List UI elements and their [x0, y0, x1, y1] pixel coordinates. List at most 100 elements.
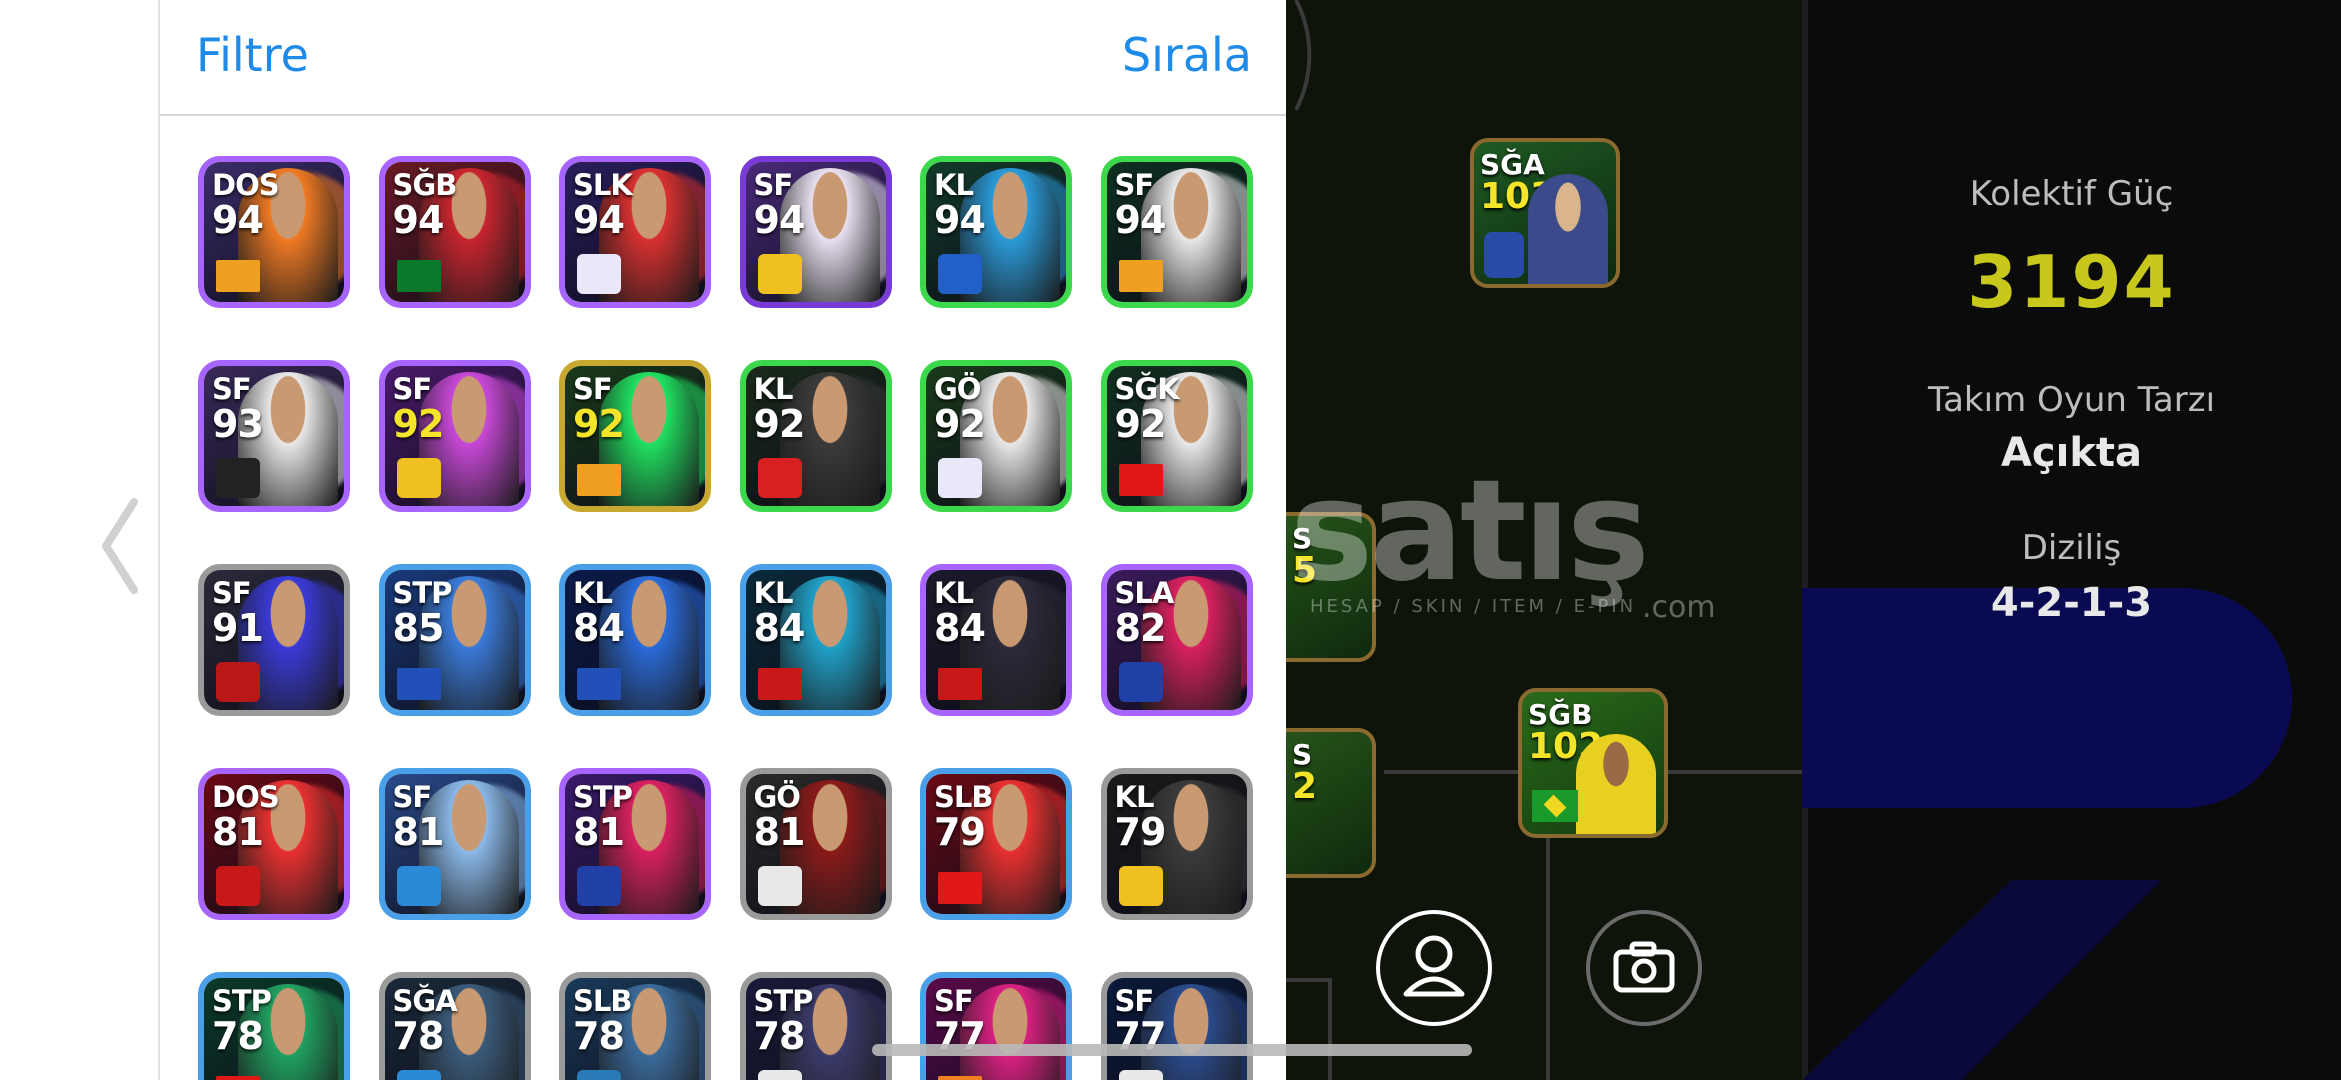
- player-position: STP: [212, 984, 272, 1018]
- flag-icon: [938, 1076, 982, 1080]
- club-badge-icon: [396, 866, 441, 906]
- player-rating: 82: [1114, 606, 1167, 650]
- player-card[interactable]: STP 78: [739, 972, 892, 1080]
- club-badge-icon: [757, 254, 802, 294]
- collective-power-label: Kolektif Güç: [1969, 174, 2174, 214]
- home-indicator: [872, 1044, 1472, 1056]
- field-player-card[interactable]: SĞA 103: [1470, 138, 1620, 288]
- flag-france-icon: [577, 668, 621, 700]
- player-position: SLA: [1114, 576, 1175, 610]
- player-card[interactable]: SLK 94: [559, 156, 711, 308]
- club-badge-icon: [757, 458, 802, 498]
- player-position: DOS: [212, 780, 280, 814]
- player-card[interactable]: KL 79: [1100, 768, 1253, 920]
- club-badge-icon: [757, 866, 802, 906]
- player-rating: 92: [753, 402, 806, 446]
- player-position: SF: [573, 372, 613, 406]
- player-card[interactable]: DOS 94: [198, 156, 350, 308]
- watermark: satış: [1290, 450, 1650, 613]
- player-rating: 91: [212, 606, 264, 650]
- player-position: GÖ: [753, 780, 801, 814]
- filter-button[interactable]: Filtre: [196, 28, 309, 82]
- club-badge-icon: [757, 1070, 802, 1080]
- player-card[interactable]: KL 92: [739, 360, 892, 512]
- player-card[interactable]: GÖ 92: [920, 360, 1072, 512]
- player-rating: 81: [392, 810, 445, 854]
- player-position: SF: [212, 576, 252, 610]
- player-card[interactable]: SF 91: [198, 564, 350, 716]
- player-card[interactable]: SLA 82: [1100, 564, 1253, 716]
- club-badge-icon: [577, 1070, 621, 1080]
- player-card[interactable]: SF 94: [739, 156, 892, 308]
- flag-portugal-icon: [396, 260, 441, 292]
- player-card[interactable]: SF 77: [1100, 972, 1253, 1080]
- player-card[interactable]: KL 94: [920, 156, 1072, 308]
- player-card[interactable]: SF 92: [559, 360, 711, 512]
- player-profile-button[interactable]: [1376, 910, 1492, 1026]
- player-card[interactable]: KL 84: [739, 564, 892, 716]
- flag-galatasaray-icon: [1118, 260, 1163, 292]
- team-playstyle-value: Açıkta: [2000, 430, 2143, 476]
- flag-brazil-icon: [1532, 790, 1578, 822]
- player-position: SF: [1114, 984, 1155, 1018]
- player-card[interactable]: KL 84: [920, 564, 1072, 716]
- player-card[interactable]: SĞA 78: [378, 972, 531, 1080]
- player-portrait: [1528, 174, 1608, 284]
- club-badge-icon: [216, 458, 260, 498]
- player-position: SLB: [934, 780, 993, 814]
- player-card[interactable]: GÖ 81: [739, 768, 892, 920]
- player-card[interactable]: SF 92: [378, 360, 531, 512]
- player-rating: 78: [573, 1014, 625, 1058]
- player-position: KL: [753, 372, 794, 406]
- player-rating: 92: [573, 402, 625, 446]
- flag-austria-icon: [938, 872, 982, 904]
- club-badge-icon: [938, 458, 982, 498]
- player-rating: 81: [753, 810, 806, 854]
- player-card[interactable]: STP 78: [198, 972, 350, 1080]
- club-badge-icon: [577, 254, 621, 294]
- flag-morocco-icon: [938, 668, 982, 700]
- player-card[interactable]: DOS 81: [198, 768, 350, 920]
- player-card[interactable]: SF 81: [378, 768, 531, 920]
- player-card[interactable]: STP 85: [378, 564, 531, 716]
- player-card[interactable]: SF 94: [1100, 156, 1253, 308]
- player-rating: 92: [934, 402, 986, 446]
- player-rating: 79: [1114, 810, 1167, 854]
- player-position: SĞK: [1114, 372, 1180, 406]
- team-stats-panel: Kolektif Güç 3194 Takım Oyun Tarzı Açıkt…: [1802, 0, 2341, 1080]
- player-position: KL: [934, 576, 974, 610]
- player-position: STP: [392, 576, 453, 610]
- player-card[interactable]: STP 81: [559, 768, 711, 920]
- person-icon: [1403, 935, 1465, 997]
- field-player-card[interactable]: S 2: [1286, 728, 1376, 878]
- player-card[interactable]: SLB 78: [559, 972, 711, 1080]
- field-player-card[interactable]: SĞB 102: [1518, 688, 1668, 838]
- camera-button[interactable]: [1586, 910, 1702, 1026]
- player-rating: 81: [212, 810, 264, 854]
- club-badge-icon: [1118, 662, 1163, 702]
- player-card[interactable]: SF 93: [198, 360, 350, 512]
- player-rating: 78: [392, 1014, 445, 1058]
- club-badge-icon: [1484, 232, 1524, 278]
- collective-power-value: 3194: [1967, 240, 2176, 324]
- sort-button[interactable]: Sırala: [1122, 28, 1252, 82]
- player-rating: 84: [934, 606, 986, 650]
- player-position: KL: [753, 576, 794, 610]
- watermark-subtitle: HESAP / SKIN / ITEM / E-PIN: [1310, 596, 1637, 617]
- player-card[interactable]: SLB 79: [920, 768, 1072, 920]
- player-card[interactable]: SĞK 92: [1100, 360, 1253, 512]
- flag-galatasaray-icon: [577, 464, 621, 496]
- panel-header: Filtre Sırala: [160, 0, 1288, 116]
- back-chevron-icon[interactable]: [98, 496, 142, 596]
- player-rating: 94: [573, 198, 625, 242]
- player-rating: 85: [392, 606, 445, 650]
- player-card[interactable]: SF 77: [920, 972, 1072, 1080]
- player-card[interactable]: KL 84: [559, 564, 711, 716]
- player-rating: 93: [212, 402, 264, 446]
- player-card[interactable]: SĞB 94: [378, 156, 531, 308]
- player-position: DOS: [212, 168, 280, 202]
- club-badge-icon: [1118, 1070, 1163, 1080]
- player-rating: 92: [392, 402, 445, 446]
- player-position: STP: [573, 780, 633, 814]
- player-position: SF: [934, 984, 974, 1018]
